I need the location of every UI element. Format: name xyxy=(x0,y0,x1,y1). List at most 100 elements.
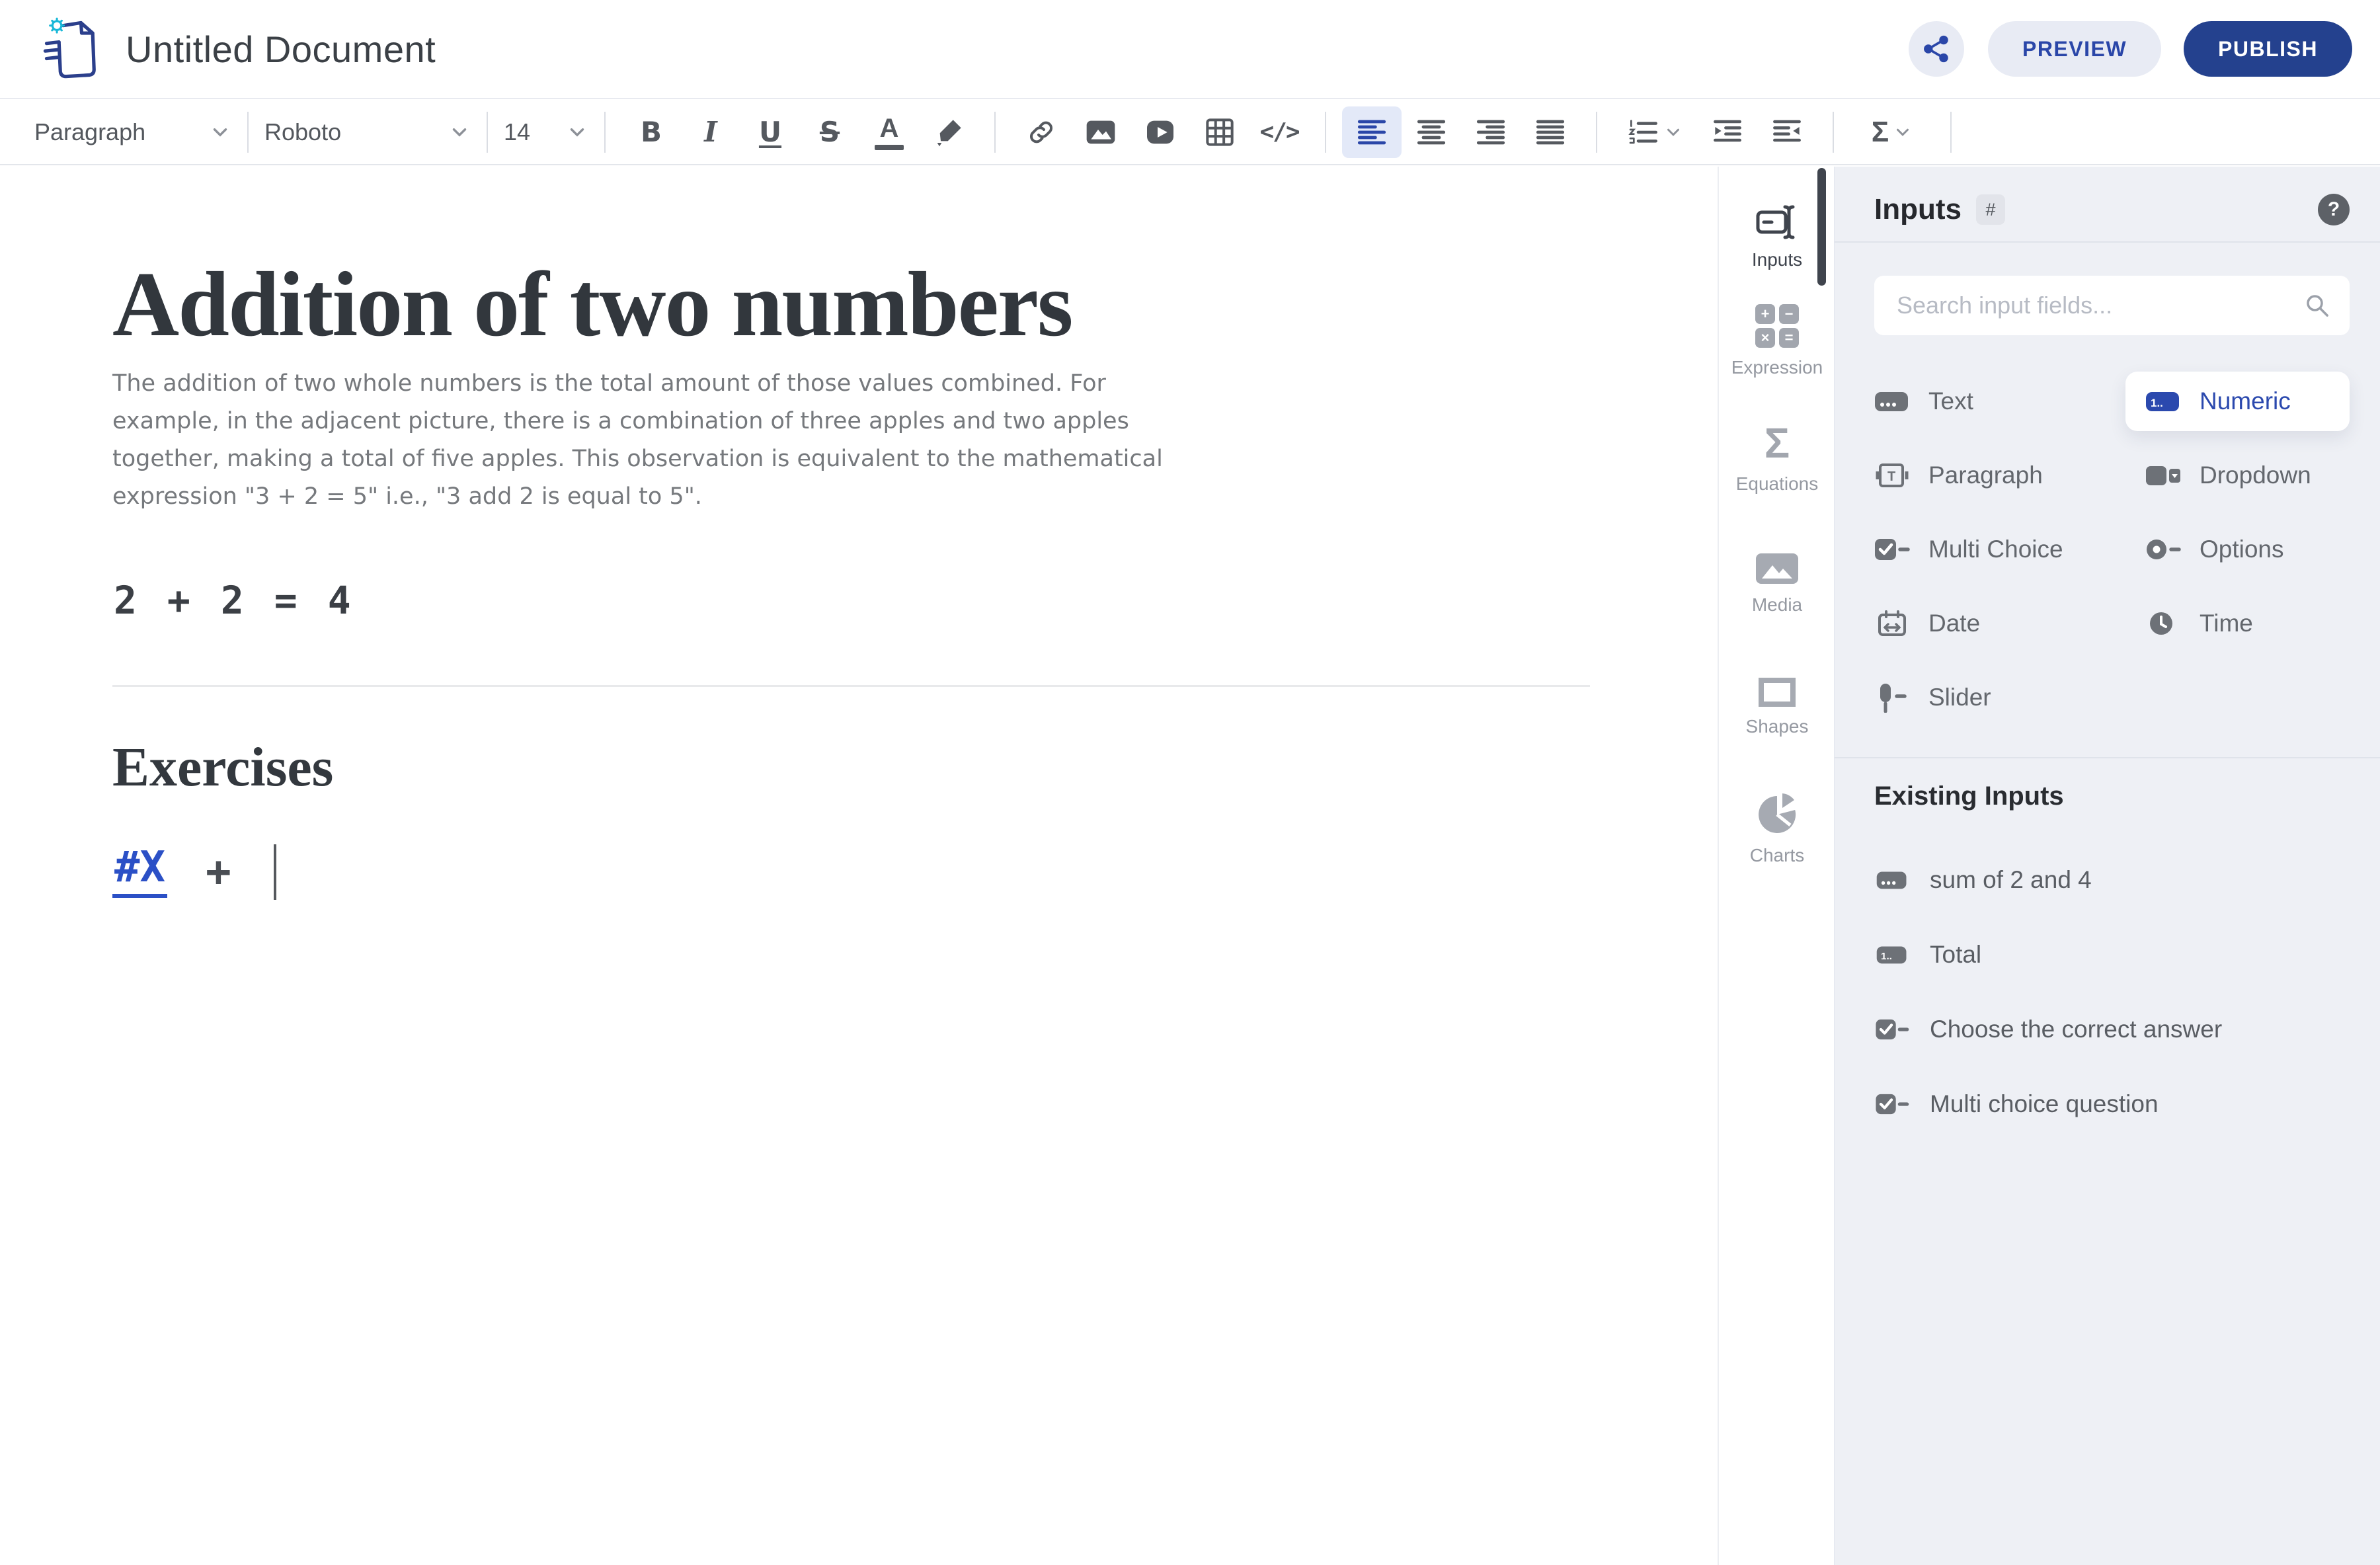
input-type-date[interactable]: Date xyxy=(1874,610,2145,637)
align-justify-icon xyxy=(1534,116,1566,148)
formatting-toolbar: Paragraph Roboto 14 B I U S A xyxy=(0,100,2380,165)
numeric-input-icon: 1.. xyxy=(1874,943,1910,966)
underline-icon: U xyxy=(759,118,781,146)
text-color-button[interactable]: A xyxy=(859,106,919,158)
bold-icon: B xyxy=(641,118,662,146)
link-button[interactable] xyxy=(1012,106,1071,158)
existing-input-row[interactable]: 1.. Total xyxy=(1874,917,2350,992)
input-type-slider[interactable]: Slider xyxy=(1874,682,2145,713)
chevron-down-icon xyxy=(1893,122,1913,142)
indent-button[interactable] xyxy=(1698,106,1757,158)
media-icon xyxy=(1755,552,1799,585)
rail-tab-charts[interactable]: Charts xyxy=(1720,780,1834,879)
inputs-icon xyxy=(1756,204,1798,240)
equation-button[interactable]: Σ xyxy=(1850,106,1934,158)
strikethrough-button[interactable]: S xyxy=(800,106,859,158)
strikethrough-icon: S xyxy=(820,118,840,146)
preview-button[interactable]: PREVIEW xyxy=(1988,21,2161,77)
input-type-options[interactable]: Options xyxy=(2145,536,2350,563)
rail-tab-media[interactable]: Media xyxy=(1720,534,1834,633)
align-right-button[interactable] xyxy=(1461,106,1521,158)
share-button[interactable] xyxy=(1909,21,1964,77)
insert-table-button[interactable] xyxy=(1190,106,1250,158)
rail-tab-inputs[interactable]: Inputs xyxy=(1720,188,1834,287)
existing-input-row[interactable]: Choose the correct answer xyxy=(1874,992,2350,1066)
panel-divider xyxy=(1835,241,2380,243)
rail-tab-shapes[interactable]: Shapes xyxy=(1720,658,1834,757)
time-input-icon xyxy=(2145,610,2181,637)
date-input-icon xyxy=(1874,610,1910,637)
text-color-icon: A xyxy=(875,115,904,150)
chevron-down-icon xyxy=(209,121,231,143)
input-type-time[interactable]: Time xyxy=(2145,610,2350,637)
document-title[interactable]: Untitled Document xyxy=(126,28,436,71)
underline-button[interactable]: U xyxy=(740,106,800,158)
search-input[interactable] xyxy=(1897,292,2303,319)
rail-tab-equations[interactable]: Σ Equations xyxy=(1720,409,1834,508)
document-paragraph[interactable]: The addition of two whole numbers is the… xyxy=(112,365,1197,516)
rail-tab-expression[interactable]: +−×= Expression xyxy=(1720,292,1834,391)
align-right-icon xyxy=(1475,116,1507,148)
insert-image-button[interactable] xyxy=(1071,106,1130,158)
dropdown-input-icon xyxy=(2145,463,2181,488)
help-button[interactable]: ? xyxy=(2318,194,2350,225)
code-icon: </> xyxy=(1259,120,1298,144)
multichoice-input-icon xyxy=(1874,1093,1910,1115)
sigma-icon: Σ xyxy=(1872,116,1889,149)
ordered-list-icon xyxy=(1628,116,1659,148)
input-search[interactable] xyxy=(1874,276,2350,335)
align-justify-button[interactable] xyxy=(1521,106,1580,158)
existing-inputs-list: sum of 2 and 4 1.. Total Choose the corr… xyxy=(1874,842,2350,1141)
align-center-icon xyxy=(1415,116,1447,148)
block-style-dropdown[interactable]: Paragraph xyxy=(34,118,231,146)
equation-block[interactable]: 2 + 2 = 4 xyxy=(114,578,351,623)
video-icon xyxy=(1144,116,1176,148)
existing-input-row[interactable]: Multi choice question xyxy=(1874,1066,2350,1141)
italic-button[interactable]: I xyxy=(681,106,740,158)
input-type-text[interactable]: Text xyxy=(1874,387,2145,415)
align-left-button[interactable] xyxy=(1342,106,1402,158)
equations-icon: Σ xyxy=(1765,422,1790,464)
panel-divider xyxy=(1835,757,2380,758)
charts-icon xyxy=(1756,793,1798,836)
document-heading[interactable]: Addition of two numbers xyxy=(112,251,1072,358)
share-icon xyxy=(1922,34,1951,63)
input-type-paragraph[interactable]: T Paragraph xyxy=(1874,461,2145,489)
svg-text:1..: 1.. xyxy=(1881,951,1892,962)
highlight-button[interactable] xyxy=(919,106,978,158)
topbar: Untitled Document PREVIEW PUBLISH xyxy=(0,0,2380,99)
indent-icon xyxy=(1712,116,1743,148)
paragraph-input-icon: T xyxy=(1874,462,1910,489)
input-type-dropdown[interactable]: Dropdown xyxy=(2145,461,2350,489)
existing-input-row[interactable]: sum of 2 and 4 xyxy=(1874,842,2350,917)
chevron-down-icon xyxy=(448,121,471,143)
font-size-dropdown[interactable]: 14 xyxy=(504,118,588,146)
expression-icon: +−×= xyxy=(1755,304,1799,348)
outdent-button[interactable] xyxy=(1757,106,1817,158)
exercises-heading[interactable]: Exercises xyxy=(112,735,333,799)
code-button[interactable]: </> xyxy=(1250,106,1309,158)
hash-badge: # xyxy=(1976,194,2005,225)
italic-icon: I xyxy=(704,118,717,146)
text-cursor xyxy=(274,844,276,900)
tools-rail: Inputs +−×= Expression Σ Equations Media… xyxy=(1720,167,1834,1565)
publish-button[interactable]: PUBLISH xyxy=(2184,21,2352,77)
insert-video-button[interactable] xyxy=(1130,106,1190,158)
outdent-icon xyxy=(1771,116,1803,148)
inputs-panel: Inputs # ? Text xyxy=(1834,167,2380,1565)
svg-text:1..: 1.. xyxy=(2151,397,2163,409)
input-type-numeric[interactable]: 1.. Numeric xyxy=(2125,372,2350,431)
document-canvas[interactable]: Addition of two numbers The addition of … xyxy=(0,167,1719,1565)
list-button[interactable] xyxy=(1613,106,1698,158)
image-icon xyxy=(1085,116,1117,148)
highlighter-icon xyxy=(933,116,965,148)
search-icon xyxy=(2303,292,2331,319)
numeric-input-icon: 1.. xyxy=(2145,389,2181,414)
font-family-dropdown[interactable]: Roboto xyxy=(264,118,471,146)
slider-input-icon xyxy=(1874,682,1910,713)
align-center-button[interactable] xyxy=(1402,106,1461,158)
input-type-multichoice[interactable]: Multi Choice xyxy=(1874,536,2145,563)
input-reference-chip[interactable]: #X xyxy=(112,846,167,898)
exercise-line[interactable]: #X + xyxy=(112,844,276,900)
bold-button[interactable]: B xyxy=(621,106,681,158)
